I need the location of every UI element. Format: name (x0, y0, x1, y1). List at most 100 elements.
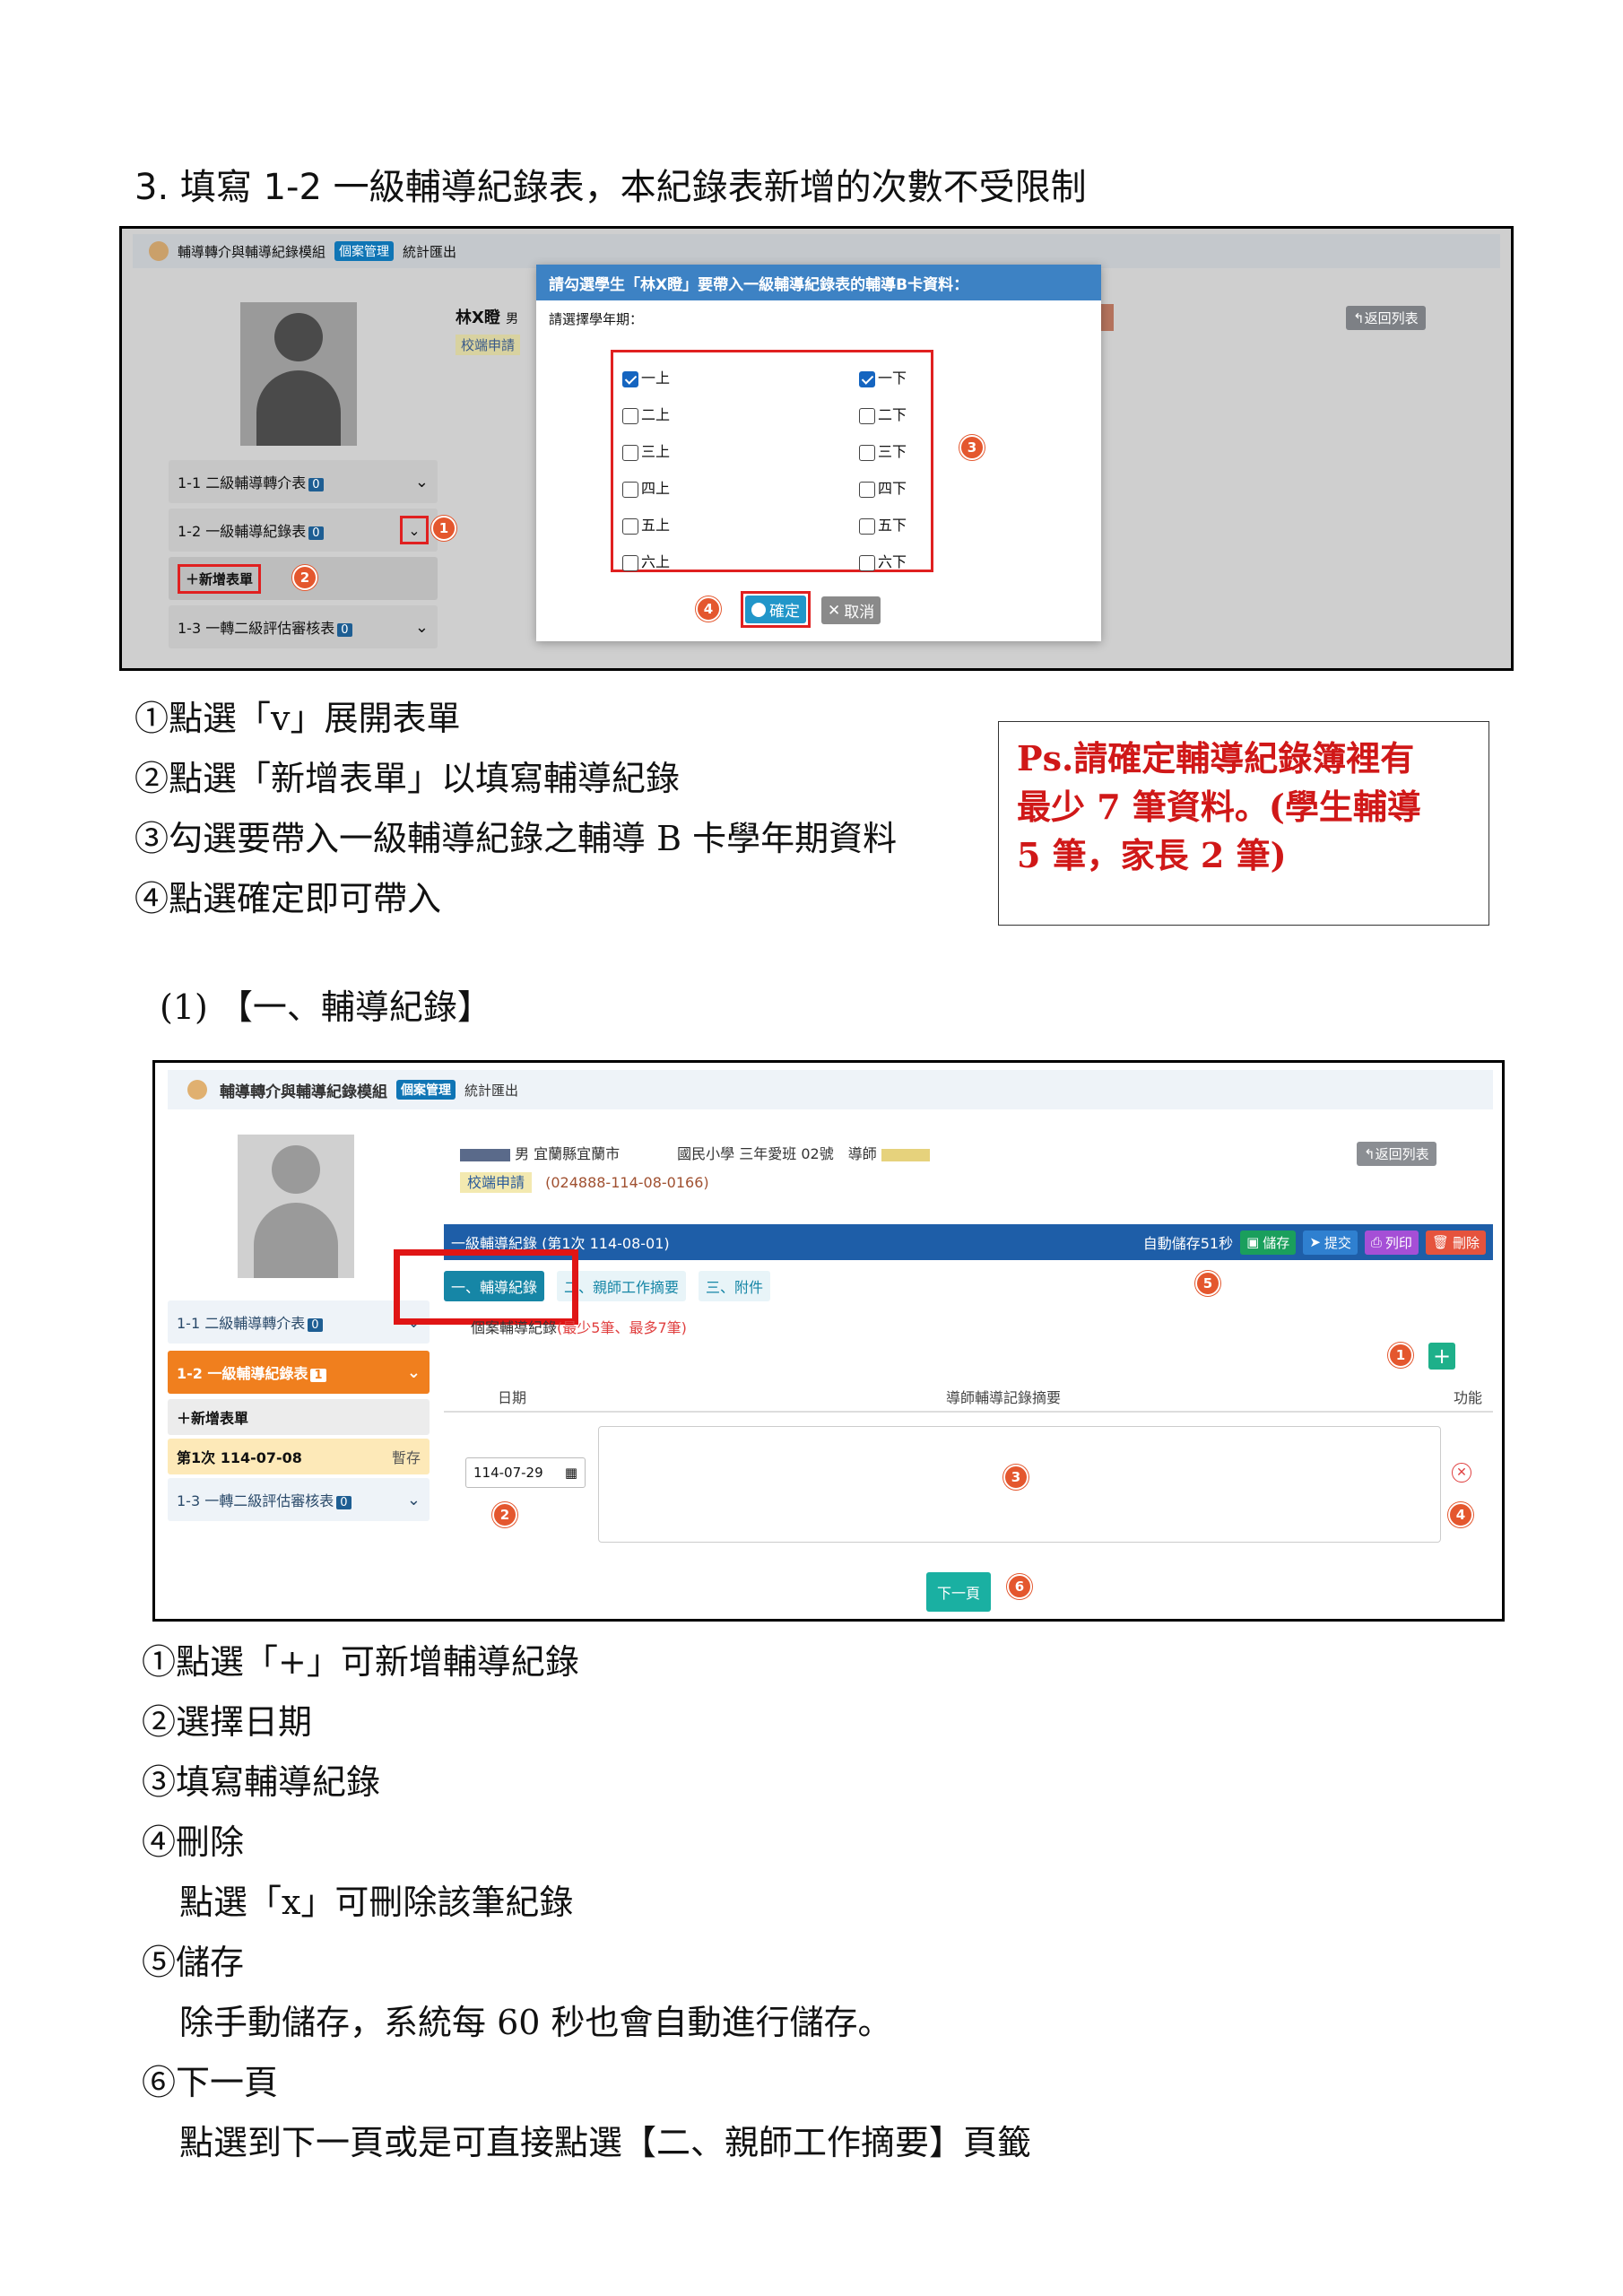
tab-attachments[interactable]: 三、附件 (699, 1271, 771, 1301)
counselor-icon (149, 241, 169, 261)
expand-chevron-icon[interactable]: ⌄ (400, 516, 429, 544)
screenshot-form: 輔導轉介與輔導紀錄模組 個案管理 統計匯出 男 宜蘭縣宜蘭市 國民小學 三年愛班… (152, 1060, 1505, 1622)
term-option[interactable]: 二上 (622, 396, 670, 433)
term-label: 四下 (878, 480, 907, 497)
date-input[interactable]: 114-07-29 ▦ (465, 1457, 586, 1488)
status-tag: 校端申請 (456, 335, 521, 355)
term-option[interactable]: 六下 (859, 544, 907, 580)
marker-2: 2 (292, 565, 317, 590)
cancel-button[interactable]: ✕ 取消 (821, 596, 881, 624)
term-option[interactable]: 五下 (859, 507, 907, 544)
add-form-button[interactable]: ＋新增表單 (168, 1399, 430, 1435)
step-2-2: ②選擇日期 (142, 1702, 313, 1742)
print-button[interactable]: ⎙ 列印 (1364, 1230, 1419, 1255)
marker-2: 2 (492, 1502, 517, 1527)
submit-button[interactable]: ➤ 提交 (1303, 1230, 1358, 1255)
term-label: 五上 (641, 517, 671, 534)
delete-button[interactable]: 🗑 刪除 (1425, 1230, 1486, 1255)
note-line-1: Ps.請確定輔導紀錄簿裡有 (1017, 738, 1415, 778)
checkbox-icon[interactable] (622, 517, 638, 535)
terms-left: 一上二上三上四上五上六上 (622, 360, 670, 580)
back-button[interactable]: ↰返回列表 (1357, 1142, 1436, 1166)
checkbox-icon[interactable] (622, 554, 638, 571)
confirm-outline: 確定 (741, 591, 811, 628)
term-label: 二上 (641, 406, 671, 423)
step-1-3: ③勾選要帶入一級輔導紀錄之輔導 B 卡學年期資料 (135, 819, 898, 858)
checkbox-icon[interactable] (622, 481, 638, 498)
term-option[interactable]: 二下 (859, 396, 907, 433)
chevron-down-icon[interactable]: ⌄ (407, 1363, 421, 1382)
note-line-3: 5 筆，家長 2 筆) (1017, 835, 1287, 875)
sidebar-item-1-3[interactable]: 1-3 一轉二級評估審核表 0 ⌄ (168, 1478, 430, 1521)
trash-icon: 🗑 (1431, 1234, 1449, 1250)
tab-case[interactable]: 個案管理 (396, 1080, 456, 1100)
confirm-button[interactable]: 確定 (745, 596, 806, 623)
remove-record-icon[interactable]: ✕ (1452, 1463, 1471, 1483)
checkbox-icon[interactable] (859, 407, 875, 424)
sidebar-item-1-1[interactable]: 1-1 二級輔導轉介表 0 ⌄ (169, 460, 438, 503)
checkbox-icon[interactable] (859, 444, 875, 461)
step-2-1: ①點選「+」可新增輔導紀錄 (142, 1642, 579, 1682)
marker-4: 4 (1448, 1502, 1473, 1527)
marker-4: 4 (696, 596, 721, 622)
term-option[interactable]: 一下 (859, 360, 907, 396)
checkbox-icon[interactable] (622, 444, 638, 461)
tab-stats[interactable]: 統計匯出 (464, 1081, 518, 1100)
tab-case[interactable]: 個案管理 (334, 241, 395, 261)
step-2-5-detail: 除手動儲存，系統每 60 秒也會自動進行儲存。 (179, 2003, 892, 2042)
step-1-1: ①點選「v」展開表單 (135, 699, 461, 738)
term-option[interactable]: 六上 (622, 544, 670, 580)
status-tag: 校端申請 (460, 1172, 533, 1193)
sidebar-item-1-2[interactable]: 1-2 一級輔導紀錄表 1 ⌄ (168, 1351, 430, 1394)
term-label: 三上 (641, 443, 671, 460)
term-option[interactable]: 四上 (622, 470, 670, 507)
term-option[interactable]: 三下 (859, 433, 907, 470)
note-line-2: 最少 7 筆資料。(學生輔導 (1017, 787, 1421, 827)
step-2-6-detail: 點選到下一頁或是可直接點選【二、親師工作摘要】頁籤 (179, 2123, 1032, 2162)
marker-5: 5 (1195, 1271, 1220, 1296)
col-date: 日期 (498, 1389, 527, 1406)
avatar (240, 302, 357, 446)
chevron-down-icon[interactable]: ⌄ (415, 473, 429, 491)
avatar (238, 1135, 354, 1278)
checkbox-icon[interactable] (859, 370, 875, 387)
autosave-status: 自動儲存51秒 (1142, 1235, 1234, 1252)
term-label: 六上 (641, 553, 671, 570)
sidebar: 1-1 二級輔導轉介表 0 ⌄ 1-2 一級輔導紀錄表 0 ⌄ ＋新增表單 1-3 一… (169, 460, 438, 648)
term-label: 一上 (641, 370, 671, 387)
section-heading: 3. 填寫 1-2 一級輔導紀錄表，本紀錄表新增的次數不受限制 (135, 167, 1087, 208)
sidebar-item-1-3[interactable]: 1-3 一轉二級評估審核表 0 ⌄ (169, 605, 438, 648)
save-button[interactable]: ▣ 儲存 (1240, 1230, 1297, 1255)
term-option[interactable]: 四下 (859, 470, 907, 507)
marker-3: 3 (1003, 1465, 1028, 1490)
checkbox-icon[interactable] (622, 407, 638, 424)
term-option[interactable]: 三上 (622, 433, 670, 470)
step-2-4: ④刪除 (142, 1822, 245, 1862)
form-bar: 一級輔導紀錄 (第1次 114-08-01) 自動儲存51秒 ▣ 儲存 ➤ 提交 ⎙… (444, 1224, 1493, 1260)
user-icon (751, 602, 766, 617)
checkbox-icon[interactable] (859, 481, 875, 498)
entry-item[interactable]: 第1次 114-07-08 暫存 (168, 1439, 430, 1474)
step-2-4-detail: 點選「x」可刪除該筆紀錄 (179, 1883, 574, 1922)
term-option[interactable]: 五上 (622, 507, 670, 544)
next-page-button[interactable]: 下一頁 (926, 1572, 992, 1612)
add-form-button[interactable]: ＋新增表單 (178, 563, 262, 594)
marker-1: 1 (1388, 1343, 1413, 1368)
back-button[interactable]: ↰返回列表 (1346, 306, 1426, 330)
record-heading: 個案輔導紀錄(最少5筆、最多7筆) (471, 1319, 687, 1336)
app-header: 輔導轉介與輔導紀錄模組 個案管理 統計匯出 (133, 234, 1500, 268)
sidebar-item-1-2[interactable]: 1-2 一級輔導紀錄表 0 ⌄ (169, 509, 438, 552)
term-label: 五下 (878, 517, 907, 534)
chevron-down-icon[interactable]: ⌄ (415, 618, 429, 637)
add-record-icon[interactable]: + (1428, 1343, 1455, 1370)
name-redaction (460, 1148, 510, 1161)
term-option[interactable]: 一上 (622, 360, 670, 396)
note-box: Ps.請確定輔導紀錄簿裡有 最少 7 筆資料。(學生輔導 5 筆，家長 2 筆) (998, 721, 1489, 926)
checkbox-icon[interactable] (859, 517, 875, 535)
checkbox-icon[interactable] (622, 370, 638, 387)
term-label: 二下 (878, 406, 907, 423)
term-label: 一下 (878, 370, 907, 387)
checkbox-icon[interactable] (859, 554, 875, 571)
tab-stats[interactable]: 統計匯出 (403, 242, 456, 261)
sidebar-item-1-1[interactable]: 1-1 二級輔導轉介表 0 ⌄ (168, 1300, 430, 1344)
